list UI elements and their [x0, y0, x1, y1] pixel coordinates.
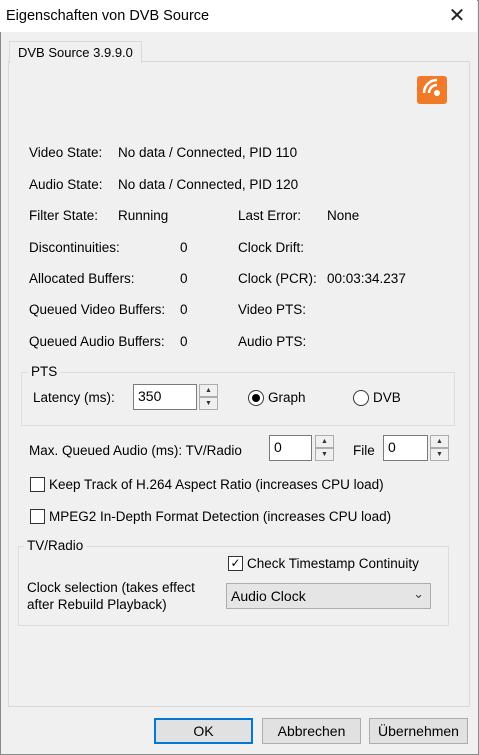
file-queue-down-button[interactable]: ▼	[430, 448, 449, 461]
file-queue-up-button[interactable]: ▲	[430, 435, 449, 448]
timestamp-continuity-label[interactable]: Check Timestamp Continuity	[247, 556, 419, 571]
queued-video-value: 0	[180, 302, 188, 317]
clock-selection-dropdown[interactable]: Audio Clock ⌄	[226, 583, 431, 609]
clock-drift-label: Clock Drift:	[238, 240, 305, 255]
filter-state-label: Filter State:	[29, 208, 99, 223]
discontinuities-value: 0	[180, 240, 188, 255]
h264-aspect-label[interactable]: Keep Track of H.264 Aspect Ratio (increa…	[49, 477, 384, 492]
rss-feed-icon	[417, 76, 447, 104]
radio-graph-label[interactable]: Graph	[268, 390, 306, 405]
audio-state-label: Audio State:	[29, 177, 103, 192]
clock-selection-label-line2: after Rebuild Playback)	[27, 597, 167, 612]
latency-down-button[interactable]: ▼	[199, 397, 218, 410]
video-state-value: No data / Connected, PID 110	[118, 145, 298, 160]
tvradio-group-title: TV/Radio	[24, 538, 87, 553]
chevron-down-icon: ⌄	[413, 586, 424, 601]
radio-graph-dot	[252, 394, 260, 402]
latency-input[interactable]: 350	[133, 384, 197, 410]
latency-label: Latency (ms):	[33, 390, 115, 405]
file-label: File	[353, 443, 375, 458]
tvradio-queue-down-button[interactable]: ▼	[315, 448, 334, 461]
mpeg2-detect-checkbox[interactable]	[30, 509, 45, 524]
radio-dvb-label[interactable]: DVB	[373, 390, 401, 405]
tvradio-queue-up-button[interactable]: ▲	[315, 435, 334, 448]
queued-video-label: Queued Video Buffers:	[29, 302, 166, 317]
file-queue-input[interactable]: 0	[383, 435, 428, 461]
clock-pcr-value: 00:03:34.237	[327, 271, 406, 286]
tab-dvb-source[interactable]: DVB Source 3.9.9.0	[9, 41, 142, 63]
timestamp-continuity-checkbox[interactable]: ✓	[228, 556, 243, 571]
tvradio-queue-input[interactable]: 0	[269, 435, 312, 461]
latency-up-button[interactable]: ▲	[199, 384, 218, 397]
audio-state-value: No data / Connected, PID 120	[118, 177, 299, 192]
clock-selection-value: Audio Clock	[231, 588, 306, 604]
video-state-label: Video State:	[29, 145, 103, 160]
filter-state-value: Running	[118, 208, 169, 223]
audio-pts-label: Audio PTS:	[238, 334, 307, 349]
pts-group-title: PTS	[28, 364, 61, 379]
cancel-button[interactable]: Abbrechen	[262, 718, 361, 744]
allocated-buffers-label: Allocated Buffers:	[29, 271, 135, 286]
ok-button[interactable]: OK	[154, 718, 253, 744]
queued-audio-value: 0	[180, 334, 188, 349]
close-icon[interactable]: ✕	[440, 2, 474, 30]
max-queued-audio-label: Max. Queued Audio (ms): TV/Radio	[29, 443, 242, 458]
radio-graph[interactable]	[248, 390, 264, 406]
queued-audio-label: Queued Audio Buffers:	[29, 334, 165, 349]
latency-value: 350	[138, 388, 162, 404]
allocated-buffers-value: 0	[180, 271, 188, 286]
apply-button[interactable]: Übernehmen	[369, 718, 468, 744]
clock-pcr-label: Clock (PCR):	[238, 271, 317, 286]
h264-aspect-checkbox[interactable]	[30, 477, 45, 492]
discontinuities-label: Discontinuities:	[29, 240, 120, 255]
last-error-label: Last Error:	[238, 208, 302, 223]
clock-selection-label-line1: Clock selection (takes effect	[27, 580, 195, 595]
mpeg2-detect-label[interactable]: MPEG2 In-Depth Format Detection (increas…	[49, 509, 391, 524]
last-error-value: None	[327, 208, 360, 223]
file-queue-value: 0	[388, 439, 396, 455]
video-pts-label: Video PTS:	[238, 302, 307, 317]
tvradio-queue-value: 0	[274, 439, 282, 455]
radio-dvb[interactable]	[353, 390, 369, 406]
window-title: Eigenschaften von DVB Source	[6, 8, 210, 24]
title-bar[interactable]: Eigenschaften von DVB Source ✕	[0, 0, 477, 32]
